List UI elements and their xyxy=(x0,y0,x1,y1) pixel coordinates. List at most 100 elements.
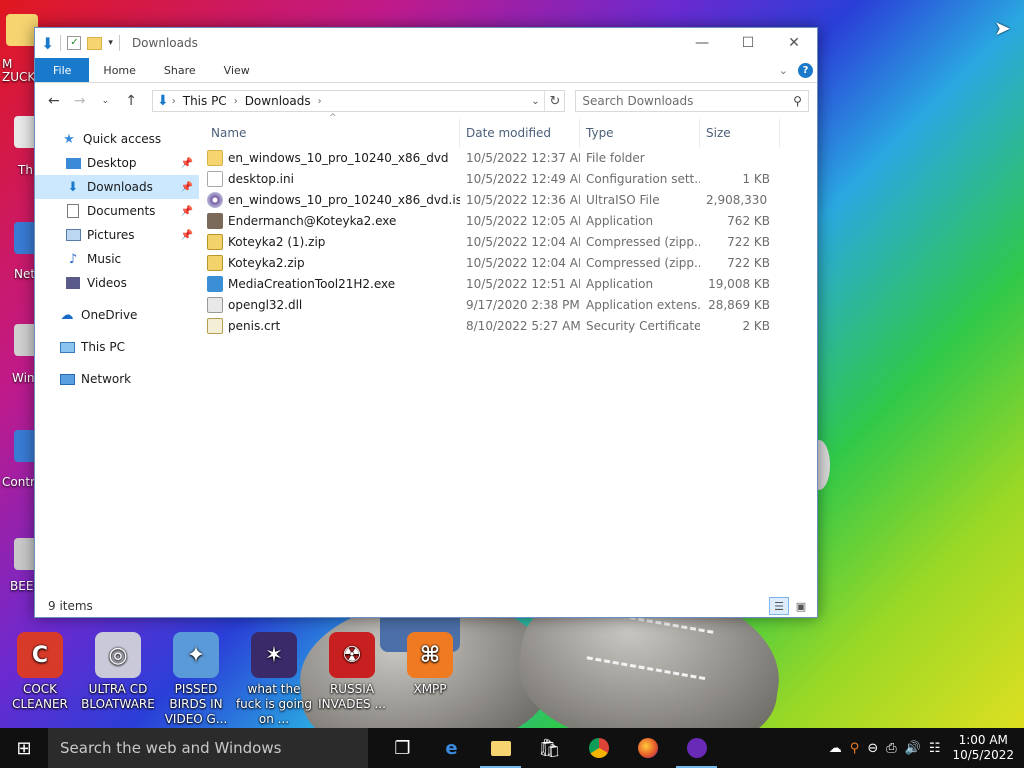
tab-view[interactable]: View xyxy=(210,58,264,82)
nav-desktop[interactable]: Desktop 📌 xyxy=(35,151,199,175)
up-button[interactable]: ↑ xyxy=(120,90,142,112)
search-input[interactable] xyxy=(582,94,783,108)
nav-downloads[interactable]: ⬇ Downloads 📌 xyxy=(35,175,199,199)
close-button[interactable]: ✕ xyxy=(771,28,817,58)
file-row[interactable]: Endermanch@Koteyka2.exe 10/5/2022 12:05 A… xyxy=(199,210,817,231)
taskbar-search[interactable]: Search the web and Windows xyxy=(48,728,368,768)
column-header-date[interactable]: Date modified xyxy=(460,119,580,147)
shortcut-label: ULTRA CD BLOATWARE xyxy=(81,682,155,711)
recent-locations-button[interactable]: ⌄ xyxy=(95,90,117,112)
address-chevron-icon[interactable]: › xyxy=(315,96,325,107)
file-date: 9/17/2020 2:38 PM xyxy=(466,297,580,312)
shortcut-icon: ✦ xyxy=(173,632,219,678)
task-view-icon[interactable]: ❐ xyxy=(378,728,427,768)
tab-home[interactable]: Home xyxy=(89,58,149,82)
tray-app-icon[interactable]: ⊖ xyxy=(867,741,878,756)
file-name-cell: MediaCreationTool21H2.exe xyxy=(199,275,460,292)
desktop-shortcut[interactable]: C COCK CLEANER xyxy=(0,632,80,712)
desktop-shortcut[interactable]: ☢ RUSSIA INVADES ... xyxy=(312,632,392,712)
help-icon[interactable]: ? xyxy=(798,62,813,78)
desktop-shortcut[interactable]: ⌘ XMPP xyxy=(390,632,470,697)
onedrive-tray-icon[interactable]: ☁ xyxy=(829,741,842,756)
forward-button[interactable]: → xyxy=(69,90,91,112)
search-box[interactable]: ⚲ xyxy=(575,90,809,112)
chrome-icon[interactable] xyxy=(574,728,623,768)
file-name: penis.crt xyxy=(228,318,281,333)
nav-documents[interactable]: Documents 📌 xyxy=(35,199,199,223)
nav-this-pc[interactable]: This PC xyxy=(35,335,199,359)
yahoo-messenger-icon[interactable] xyxy=(672,728,721,768)
details-view-button[interactable]: ☰ xyxy=(769,597,789,615)
address-dropdown-icon[interactable]: ⌄ xyxy=(526,96,544,107)
firefox-icon[interactable] xyxy=(623,728,672,768)
search-tray-icon[interactable]: ⚲ xyxy=(850,741,860,756)
desktop-shortcut[interactable]: ◎ ULTRA CD BLOATWARE xyxy=(78,632,158,712)
file-size: 762 KB xyxy=(727,213,770,228)
column-header-size[interactable]: Size xyxy=(700,119,780,147)
zip-icon xyxy=(207,254,223,271)
column-header-type[interactable]: Type xyxy=(580,119,700,147)
pin-icon[interactable]: 📌 xyxy=(181,230,193,241)
refresh-button[interactable]: ↻ xyxy=(544,91,564,111)
properties-icon[interactable]: ✓ xyxy=(67,36,82,50)
volume-icon[interactable]: 🔊 xyxy=(905,741,921,756)
tab-share[interactable]: Share xyxy=(150,58,210,82)
desktop-shortcut[interactable]: ✦ PISSED BIRDS IN VIDEO G... xyxy=(156,632,236,727)
nav-pictures[interactable]: Pictures 📌 xyxy=(35,223,199,247)
file-row[interactable]: Koteyka2 (1).zip 10/5/2022 12:04 AM Compre… xyxy=(199,231,817,252)
maximize-button[interactable]: ☐ xyxy=(725,28,771,58)
shortcut-label: RUSSIA INVADES ... xyxy=(318,682,386,711)
nav-network[interactable]: Network xyxy=(35,367,199,391)
start-button[interactable]: ⊞ xyxy=(0,728,48,768)
back-button[interactable]: ← xyxy=(43,90,65,112)
computer-icon xyxy=(59,339,75,355)
shortcut-icon: ◎ xyxy=(95,632,141,678)
file-row[interactable]: MediaCreationTool21H2.exe 10/5/2022 12:51… xyxy=(199,273,817,294)
pin-icon[interactable]: 📌 xyxy=(181,182,193,193)
minimize-button[interactable]: — xyxy=(679,28,725,58)
expand-ribbon-chevron-icon[interactable]: ⌄ xyxy=(779,64,788,77)
downloads-location-icon: ⬇ xyxy=(157,93,169,109)
file-type: Security Certificate xyxy=(586,318,700,333)
address-chevron-icon[interactable]: › xyxy=(231,96,241,107)
network-tray-icon[interactable]: ⎙ xyxy=(886,741,896,756)
file-list: ^ Name Date modified Type Size en_window… xyxy=(199,113,817,595)
pin-icon[interactable]: 📌 xyxy=(181,158,193,169)
nav-onedrive[interactable]: ☁ OneDrive xyxy=(35,303,199,327)
nav-label: Quick access xyxy=(83,132,162,146)
address-bar[interactable]: ⬇ › This PC › Downloads › ⌄ ↻ xyxy=(152,90,566,112)
file-row[interactable]: desktop.ini 10/5/2022 12:49 AM Configurati… xyxy=(199,168,817,189)
file-name-cell: Koteyka2 (1).zip xyxy=(199,233,460,250)
file-type: Application xyxy=(586,213,654,228)
shortcut-icon: C xyxy=(17,632,63,678)
clock[interactable]: 1:00 AM 10/5/2022 xyxy=(952,733,1014,763)
file-row[interactable]: opengl32.dll 9/17/2020 2:38 PM Application… xyxy=(199,294,817,315)
file-explorer-icon[interactable] xyxy=(476,728,525,768)
nav-label: Videos xyxy=(87,276,127,290)
folder-icon xyxy=(207,149,223,166)
file-name: en_windows_10_pro_10240_x86_dvd xyxy=(228,150,449,165)
nav-quick-access[interactable]: ★ Quick access xyxy=(35,127,199,151)
file-row[interactable]: en_windows_10_pro_10240_x86_dvd.iso 10/5/… xyxy=(199,189,817,210)
file-name-cell: desktop.ini xyxy=(199,170,460,187)
title-bar[interactable]: ⬇ ✓ ▾ Downloads — ☐ ✕ xyxy=(35,28,817,58)
edge-icon[interactable]: e xyxy=(427,728,476,768)
desktop-shortcut[interactable]: ✶ what the fuck is going on ... xyxy=(234,632,314,727)
qat-customize-icon[interactable]: ▾ xyxy=(108,38,113,48)
address-chevron-icon[interactable]: › xyxy=(169,96,179,107)
tab-file[interactable]: File xyxy=(35,58,90,82)
breadcrumb-downloads[interactable]: Downloads xyxy=(241,94,315,108)
nav-music[interactable]: ♪ Music xyxy=(35,247,199,271)
breadcrumb-this-pc[interactable]: This PC xyxy=(179,94,231,108)
new-folder-icon[interactable] xyxy=(87,36,103,50)
action-center-icon[interactable]: ☷ xyxy=(929,741,941,756)
file-row[interactable]: penis.crt 8/10/2022 5:27 AM Security Certi… xyxy=(199,315,817,336)
file-row[interactable]: Koteyka2.zip 10/5/2022 12:04 AM Compressed… xyxy=(199,252,817,273)
shortcut-label: COCK CLEANER xyxy=(12,682,68,711)
large-icons-view-button[interactable]: ▣ xyxy=(791,597,811,615)
column-header-name[interactable]: Name xyxy=(199,119,460,147)
pin-icon[interactable]: 📌 xyxy=(181,206,193,217)
file-row[interactable]: en_windows_10_pro_10240_x86_dvd 10/5/2022… xyxy=(199,147,817,168)
store-icon[interactable]: 🛍 xyxy=(525,728,574,768)
nav-videos[interactable]: Videos xyxy=(35,271,199,295)
